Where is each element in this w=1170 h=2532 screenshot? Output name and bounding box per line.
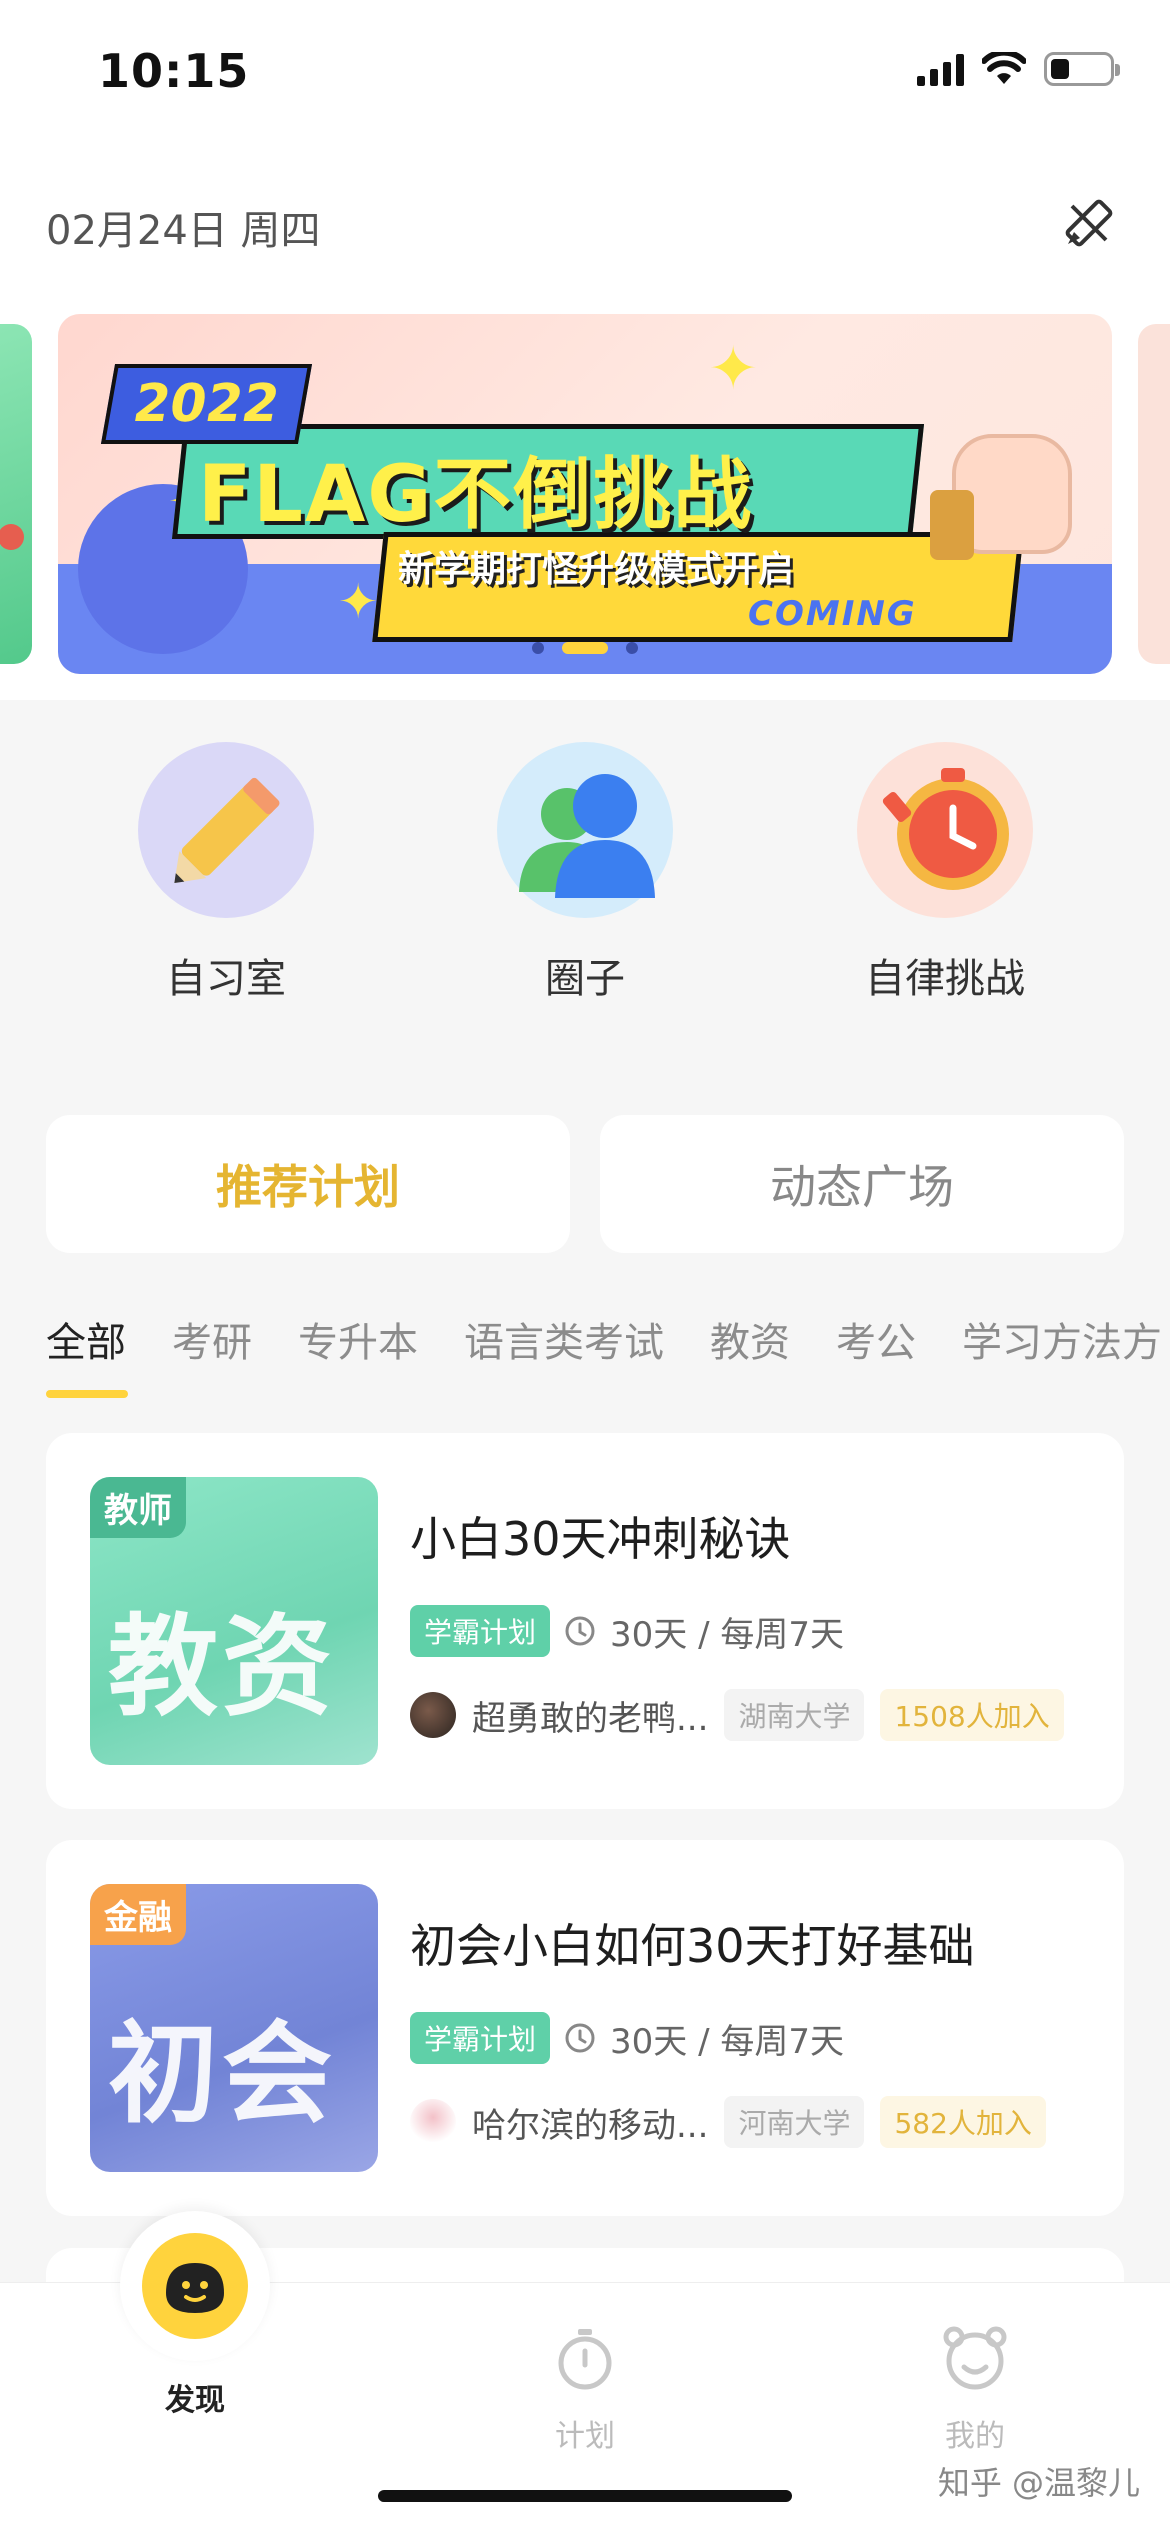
plan-meta: 学霸计划 30天 / 每周7天 xyxy=(410,2012,844,2064)
tab-recommended-plans[interactable]: 推荐计划 xyxy=(46,1115,570,1253)
plan-duration: 30天 / 每周7天 xyxy=(610,1614,844,1655)
carousel-dot-active[interactable] xyxy=(562,642,608,654)
clock-icon xyxy=(565,2023,595,2053)
plan-title: 小白30天冲刺秘诀 xyxy=(410,1512,791,1566)
plan-card[interactable]: 金融 初会 初会小白如何30天打好基础 学霸计划 30天 / 每周7天 哈尔滨的… xyxy=(46,1840,1124,2216)
feature-self-discipline-challenge[interactable]: 自律挑战 xyxy=(815,742,1075,1004)
nav-label: 发现 xyxy=(165,2383,225,2418)
school-chip: 河南大学 xyxy=(724,2096,865,2148)
nav-label: 计划 xyxy=(555,2419,615,2454)
joined-count: 1508人加入 xyxy=(880,1689,1064,1741)
author-name: 超勇敢的老鸭... xyxy=(472,1698,709,1739)
category-tab[interactable]: 专升本 xyxy=(298,1310,418,1368)
edit-pencil-ruler-icon[interactable] xyxy=(1058,192,1120,254)
plan-badge: 学霸计划 xyxy=(410,1605,551,1657)
banner-prev-peek[interactable] xyxy=(0,324,32,664)
banner-subtitle: 新学期打怪升级模式开启 xyxy=(398,549,795,590)
status-time: 10:15 xyxy=(98,44,250,98)
plan-card[interactable]: 教师 教资 小白30天冲刺秘诀 学霸计划 30天 / 每周7天 超勇敢的老鸭..… xyxy=(46,1433,1124,1809)
feature-label: 自习室 xyxy=(166,956,286,1002)
cover-text: 教资 xyxy=(108,1603,336,1731)
cover-tag: 教师 xyxy=(90,1477,186,1538)
avatar xyxy=(410,1692,456,1738)
status-bar: 10:15 xyxy=(0,0,1170,150)
star-icon: ✦ xyxy=(708,334,759,404)
avatar xyxy=(410,2099,456,2145)
carousel-dot[interactable] xyxy=(532,642,544,654)
nav-label: 我的 xyxy=(945,2419,1005,2454)
header: 02月24日 周四 xyxy=(0,150,1170,300)
feature-label: 圈子 xyxy=(545,956,625,1002)
plan-author-row: 超勇敢的老鸭... 湖南大学 1508人加入 xyxy=(410,1689,1064,1741)
carousel-dots xyxy=(532,642,638,654)
clock-icon xyxy=(565,1616,595,1646)
profile-face-icon xyxy=(943,2326,1007,2390)
home-indicator[interactable] xyxy=(378,2490,792,2502)
plan-cover-image: 金融 初会 xyxy=(90,1884,378,2172)
nav-plan[interactable]: 计划 xyxy=(485,2323,685,2455)
people-icon xyxy=(497,742,673,918)
plan-badge: 学霸计划 xyxy=(410,2012,551,2064)
pencil-icon xyxy=(138,742,314,918)
plan-author-row: 哈尔滨的移动... 河南大学 582人加入 xyxy=(410,2096,1046,2148)
category-tab[interactable]: 学习方法方 xyxy=(962,1310,1162,1368)
cover-text: 初会 xyxy=(108,2010,336,2138)
category-tab[interactable]: 语言类考试 xyxy=(464,1310,664,1368)
cellular-signal-icon xyxy=(917,52,964,86)
timer-icon xyxy=(857,742,1033,918)
carousel-dot[interactable] xyxy=(626,642,638,654)
wifi-icon xyxy=(982,52,1026,84)
category-tab[interactable]: 考研 xyxy=(172,1310,252,1368)
feature-circles[interactable]: 圈子 xyxy=(455,742,715,1004)
category-tabs: 全部 考研 专升本 语言类考试 教资 考公 学习方法方 xyxy=(46,1310,1170,1410)
status-icons xyxy=(917,52,1120,86)
plan-duration: 30天 / 每周7天 xyxy=(610,2021,844,2062)
plan-tabs: 推荐计划 动态广场 xyxy=(46,1115,1124,1253)
discover-icon xyxy=(120,2211,270,2361)
feature-label: 自律挑战 xyxy=(865,956,1025,1002)
thumbs-up-icon xyxy=(930,434,1072,560)
banner-title: FLAG不倒挑战 xyxy=(198,450,754,540)
banner-next-peek[interactable] xyxy=(1138,324,1170,664)
banner-coming: COMING xyxy=(748,594,917,634)
joined-count: 582人加入 xyxy=(880,2096,1046,2148)
nav-mine[interactable]: 我的 xyxy=(875,2323,1075,2455)
stopwatch-icon xyxy=(558,2329,612,2390)
cover-tag: 金融 xyxy=(90,1884,186,1945)
nav-discover[interactable]: 发现 xyxy=(95,2211,295,2419)
category-tab-all[interactable]: 全部 xyxy=(46,1310,128,1398)
feature-entries: 自习室 圈子 自律挑战 xyxy=(0,700,1170,1030)
category-tab[interactable]: 教资 xyxy=(710,1310,790,1368)
author-name: 哈尔滨的移动... xyxy=(472,2105,709,2146)
plan-meta: 学霸计划 30天 / 每周7天 xyxy=(410,1605,844,1657)
tab-activity-square[interactable]: 动态广场 xyxy=(600,1115,1124,1253)
feature-study-room[interactable]: 自习室 xyxy=(96,742,356,1004)
plan-cover-image: 教师 教资 xyxy=(90,1477,378,1765)
star-icon: ✦ xyxy=(338,574,379,630)
category-tab[interactable]: 考公 xyxy=(836,1310,916,1368)
banner-slide[interactable]: ✦ ✦ ✦ 2022 FLAG不倒挑战 新学期打怪升级模式开启 COMING xyxy=(58,314,1112,674)
date-label: 02月24日 周四 xyxy=(46,208,321,254)
banner-carousel[interactable]: ✦ ✦ ✦ 2022 FLAG不倒挑战 新学期打怪升级模式开启 COMING xyxy=(0,300,1170,700)
school-chip: 湖南大学 xyxy=(724,1689,865,1741)
watermark: 知乎 @温黎儿 xyxy=(937,2464,1140,2502)
battery-icon xyxy=(1044,52,1120,86)
plan-title: 初会小白如何30天打好基础 xyxy=(410,1919,975,1973)
